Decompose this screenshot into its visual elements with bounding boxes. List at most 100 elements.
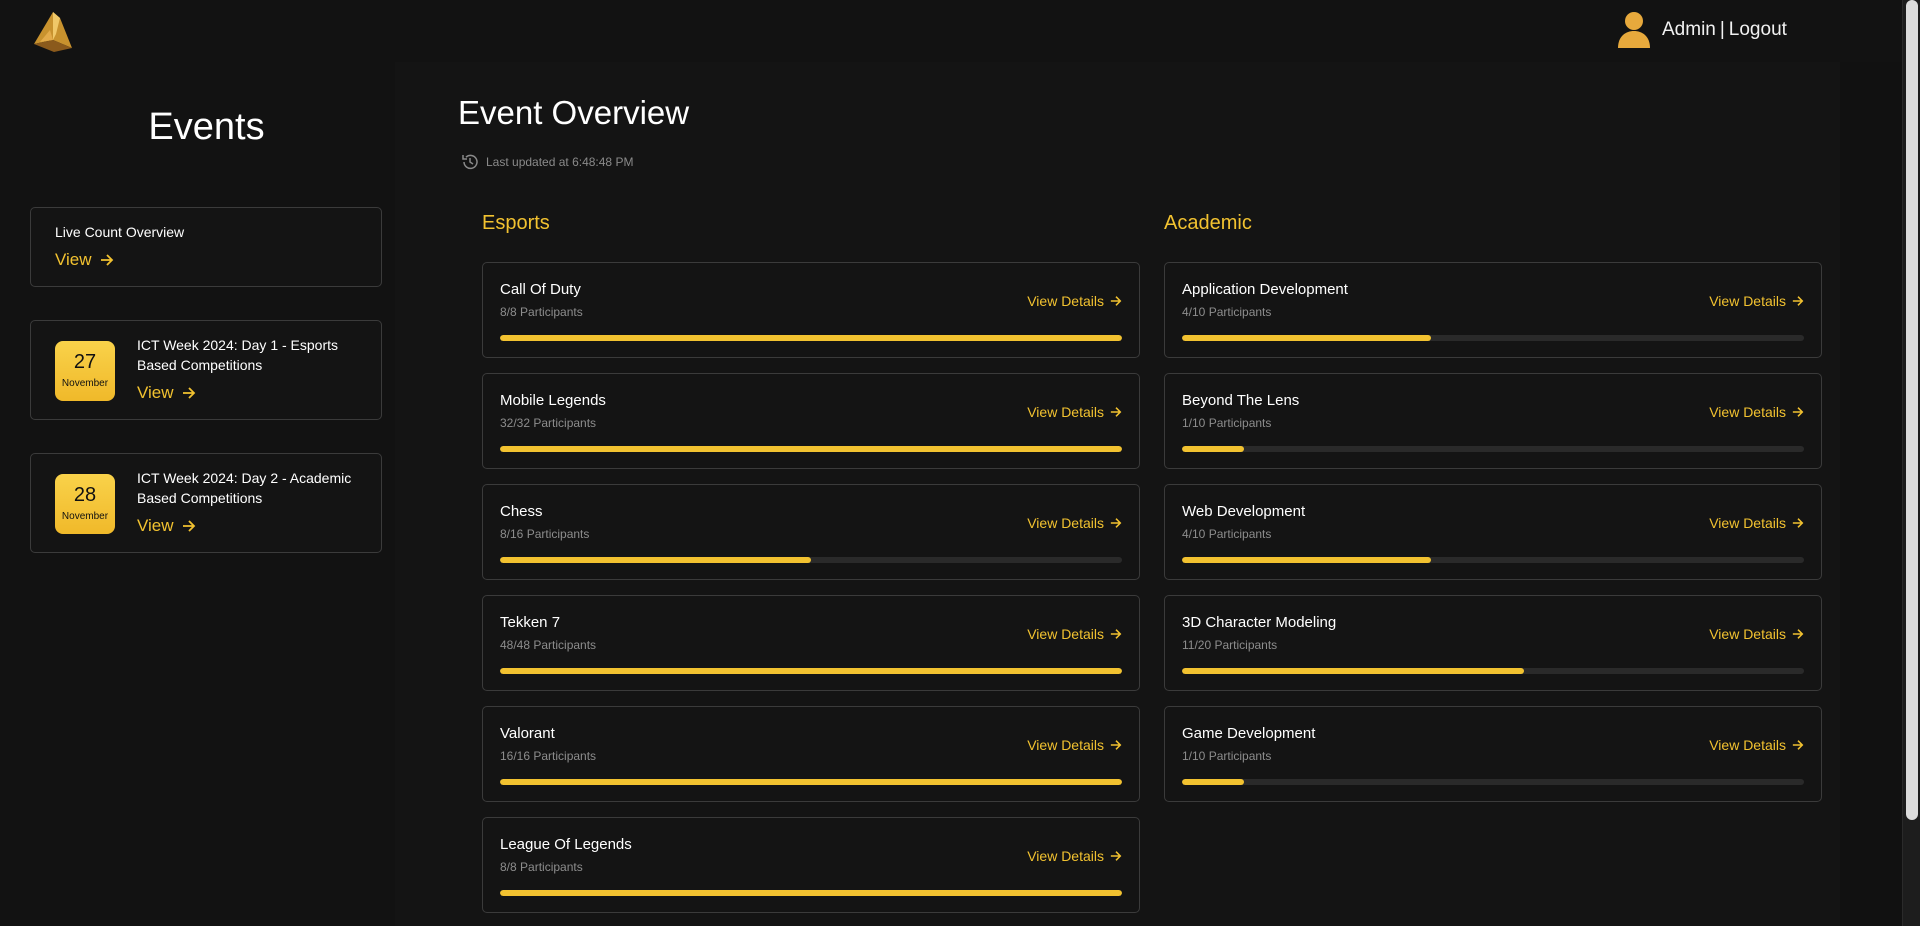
last-updated-text: Last updated at 6:48:48 PM bbox=[486, 155, 634, 169]
progress-bar bbox=[500, 335, 1122, 341]
date-month: November bbox=[61, 511, 109, 522]
user-name: Admin bbox=[1662, 19, 1716, 40]
date-badge: 27 November bbox=[55, 341, 115, 401]
event-card: Chess 8/16 Participants View Details bbox=[482, 484, 1140, 580]
view-details-link[interactable]: View Details bbox=[1027, 293, 1122, 309]
view-details-link[interactable]: View Details bbox=[1027, 626, 1122, 642]
view-details-link[interactable]: View Details bbox=[1027, 404, 1122, 420]
arrow-right-icon bbox=[1110, 296, 1122, 306]
progress-bar bbox=[1182, 668, 1804, 674]
fox-logo-icon[interactable] bbox=[30, 8, 76, 54]
view-details-label: View Details bbox=[1027, 293, 1104, 309]
arrow-right-icon bbox=[1792, 296, 1804, 306]
view-details-link[interactable]: View Details bbox=[1709, 515, 1804, 531]
event-day-card: 28 November ICT Week 2024: Day 2 - Acade… bbox=[30, 453, 382, 553]
event-overview-panel: Event Overview Last updated at 6:48:48 P… bbox=[395, 62, 1840, 926]
view-details-link[interactable]: View Details bbox=[1709, 737, 1804, 753]
event-name: Web Development bbox=[1182, 503, 1306, 520]
arrow-right-icon bbox=[182, 387, 195, 399]
events-sidebar: Events Live Count Overview View 27 Novem… bbox=[0, 62, 395, 926]
view-label: View bbox=[137, 516, 174, 535]
progress-bar-fill bbox=[1182, 446, 1245, 452]
view-details-label: View Details bbox=[1709, 626, 1786, 642]
view-details-link[interactable]: View Details bbox=[1709, 293, 1804, 309]
participant-count: 11/20 Participants bbox=[1182, 638, 1278, 652]
event-day-title: ICT Week 2024: Day 2 - Academic Based Co… bbox=[137, 470, 352, 506]
arrow-right-icon bbox=[1110, 407, 1122, 417]
view-details-label: View Details bbox=[1709, 737, 1786, 753]
progress-bar bbox=[500, 446, 1122, 452]
arrow-right-icon bbox=[100, 254, 113, 266]
participant-count: 16/16 Participants bbox=[500, 749, 597, 763]
arrow-right-icon bbox=[1110, 851, 1122, 861]
event-name: Tekken 7 bbox=[500, 614, 561, 631]
view-label: View bbox=[137, 383, 174, 402]
date-day: 27 bbox=[73, 351, 97, 373]
event-card: Mobile Legends 32/32 Participants View Det… bbox=[482, 373, 1140, 469]
top-bar: Admin | Logout bbox=[0, 0, 1902, 62]
arrow-right-icon bbox=[1792, 518, 1804, 528]
participant-count: 8/8 Participants bbox=[500, 860, 583, 874]
date-day: 28 bbox=[73, 484, 97, 506]
participant-count: 48/48 Participants bbox=[500, 638, 597, 652]
progress-bar-fill bbox=[1182, 668, 1525, 674]
event-name: Call Of Duty bbox=[500, 281, 581, 298]
scrollbar-thumb[interactable] bbox=[1906, 0, 1918, 820]
progress-bar bbox=[500, 668, 1122, 674]
event-day-view-link[interactable]: View bbox=[137, 383, 196, 403]
live-count-view-link[interactable]: View bbox=[55, 250, 114, 270]
event-card: Game Development 1/10 Participants View De… bbox=[1164, 706, 1822, 802]
event-card: Application Development 4/10 Participants… bbox=[1164, 262, 1822, 358]
progress-bar-fill bbox=[500, 557, 811, 563]
arrow-right-icon bbox=[1792, 740, 1804, 750]
live-count-card: Live Count Overview View bbox=[30, 207, 382, 287]
participant-count: 1/10 Participants bbox=[1182, 749, 1272, 763]
event-day-view-link[interactable]: View bbox=[137, 516, 196, 536]
event-name: Game Development bbox=[1182, 725, 1316, 742]
progress-bar bbox=[500, 890, 1122, 896]
last-updated: Last updated at 6:48:48 PM bbox=[460, 152, 633, 172]
view-details-label: View Details bbox=[1027, 404, 1104, 420]
progress-bar bbox=[1182, 335, 1804, 341]
live-count-title: Live Count Overview bbox=[55, 224, 185, 240]
view-details-label: View Details bbox=[1027, 626, 1104, 642]
progress-bar-fill bbox=[500, 446, 1122, 452]
progress-bar bbox=[500, 779, 1122, 785]
progress-bar-fill bbox=[1182, 779, 1245, 785]
progress-bar-fill bbox=[1182, 335, 1431, 341]
view-details-link[interactable]: View Details bbox=[1027, 737, 1122, 753]
logout-link[interactable]: Logout bbox=[1729, 19, 1787, 41]
date-badge: 28 November bbox=[55, 474, 115, 534]
event-name: Mobile Legends bbox=[500, 392, 606, 409]
date-month: November bbox=[61, 378, 109, 389]
user-menu: Admin | Logout bbox=[1616, 10, 1787, 50]
view-details-link[interactable]: View Details bbox=[1027, 515, 1122, 531]
view-details-label: View Details bbox=[1027, 848, 1104, 864]
view-label: View bbox=[55, 250, 92, 269]
scrollbar[interactable] bbox=[1902, 0, 1920, 926]
progress-bar bbox=[1182, 446, 1804, 452]
esports-column-title: Esports bbox=[482, 212, 550, 234]
event-card: Beyond The Lens 1/10 Participants View Det… bbox=[1164, 373, 1822, 469]
progress-bar bbox=[500, 557, 1122, 563]
view-details-link[interactable]: View Details bbox=[1709, 404, 1804, 420]
page-title: Event Overview bbox=[458, 94, 690, 131]
progress-bar-fill bbox=[500, 890, 1122, 896]
event-day-card: 27 November ICT Week 2024: Day 1 - Espor… bbox=[30, 320, 382, 420]
event-day-title: ICT Week 2024: Day 1 - Esports Based Com… bbox=[137, 337, 339, 373]
user-separator: | bbox=[1719, 19, 1725, 40]
view-details-link[interactable]: View Details bbox=[1027, 848, 1122, 864]
view-details-label: View Details bbox=[1709, 404, 1786, 420]
participant-count: 32/32 Participants bbox=[500, 416, 597, 430]
view-details-link[interactable]: View Details bbox=[1709, 626, 1804, 642]
event-card: Valorant 16/16 Participants View Details bbox=[482, 706, 1140, 802]
arrow-right-icon bbox=[1110, 740, 1122, 750]
event-name: League Of Legends bbox=[500, 836, 632, 853]
participant-count: 4/10 Participants bbox=[1182, 527, 1272, 541]
event-card: Web Development 4/10 Participants View Det… bbox=[1164, 484, 1822, 580]
arrow-right-icon bbox=[1792, 407, 1804, 417]
participant-count: 1/10 Participants bbox=[1182, 416, 1272, 430]
participant-count: 8/16 Participants bbox=[500, 527, 590, 541]
arrow-right-icon bbox=[182, 520, 195, 532]
arrow-right-icon bbox=[1792, 629, 1804, 639]
